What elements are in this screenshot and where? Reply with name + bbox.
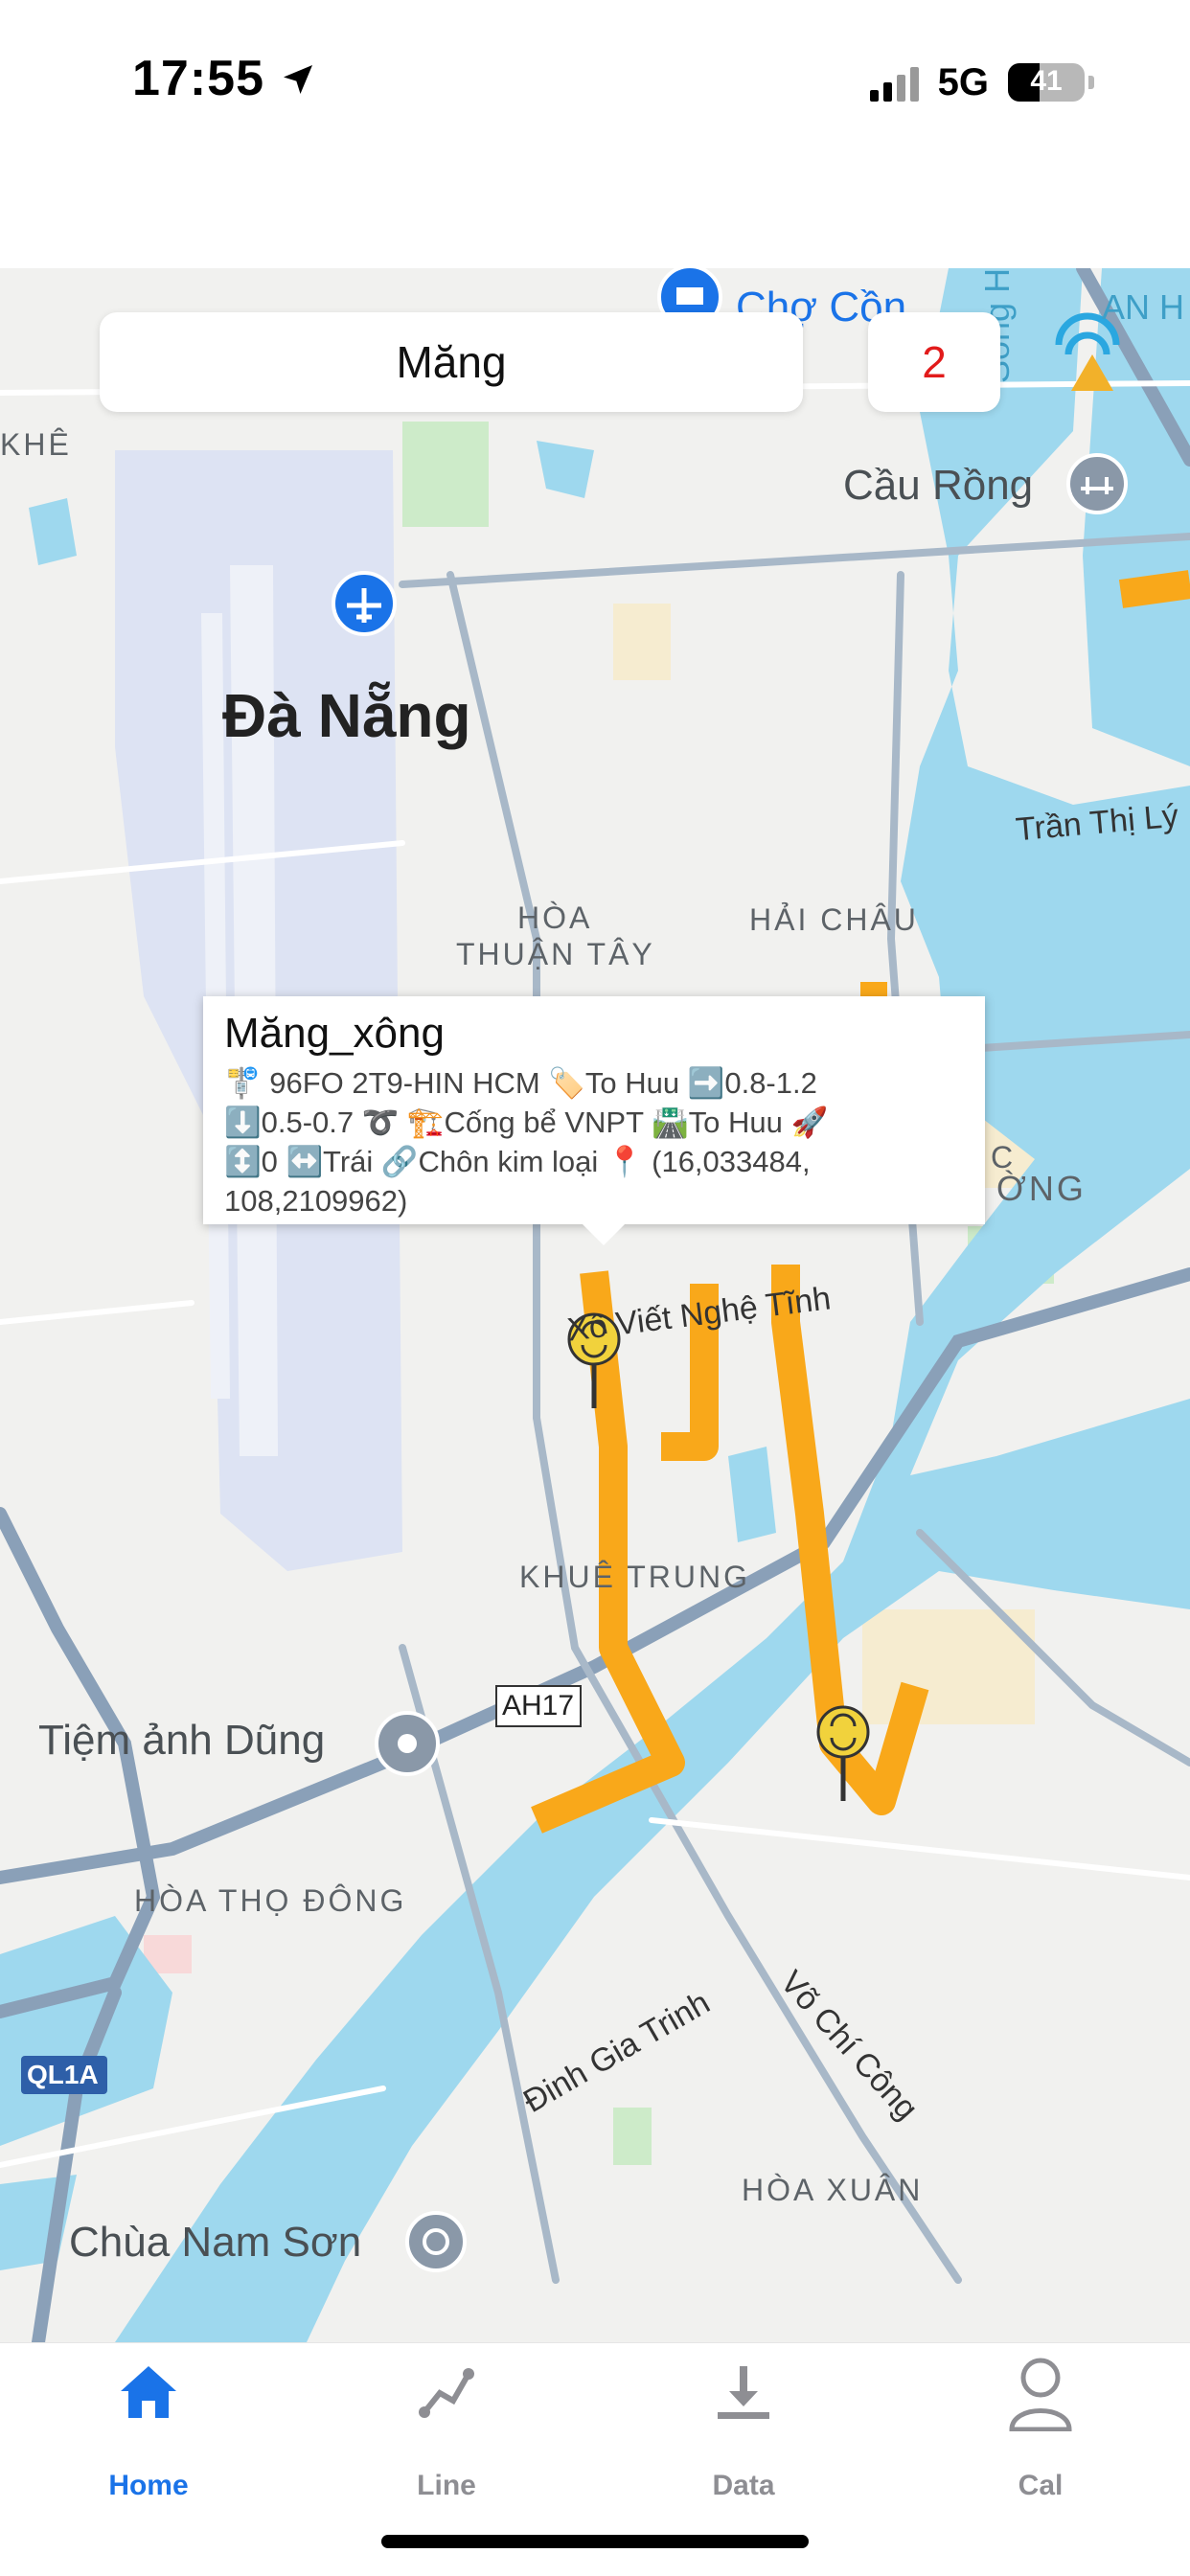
status-time: 17:55: [132, 50, 317, 107]
tab-line[interactable]: Line: [351, 2362, 542, 2506]
battery-cap: [1088, 76, 1094, 89]
tab-label-data: Data: [712, 2470, 775, 2501]
map-label-hoa-xuan: HÒA XUÂN: [742, 2173, 924, 2207]
map-label-an-h: AN H: [1102, 287, 1185, 327]
tab-label-home: Home: [108, 2470, 189, 2501]
battery-percent: 41: [1030, 65, 1063, 97]
info-title: Măng_xông: [224, 1010, 445, 1057]
location-arrow-icon: [284, 65, 313, 94]
map-view[interactable]: KHÊ Chợ Cồn Cầu Rồng AN H Sông Hàn Đà Nẵ…: [0, 268, 1190, 2342]
info-line-3: ↕️0 ↔️Trái 🔗Chôn kim loại 📍 (16,033484,: [224, 1145, 811, 1178]
tab-label-line: Line: [417, 2470, 476, 2501]
highway-shield-ah17: AH17: [502, 1690, 575, 1721]
status-indicators: 5G 41: [869, 54, 1094, 111]
map-label-thuan-tay: THUẬN TÂY: [456, 937, 655, 971]
result-count-badge[interactable]: 2: [868, 312, 1000, 412]
map-label-khe: KHÊ: [0, 427, 72, 462]
marker-info-window[interactable]: Măng_xông 🚏 96FO 2T9-HIN HCM 🏷️To Huu ➡️…: [203, 996, 985, 1245]
pagoda-icon[interactable]: [405, 2211, 467, 2272]
tab-home[interactable]: Home: [53, 2362, 244, 2506]
tab-cal[interactable]: Cal: [945, 2358, 1136, 2506]
info-line-4: 108,2109962): [224, 1184, 408, 1218]
airport-icon[interactable]: [332, 571, 397, 636]
status-bar: 17:55 5G 41: [0, 0, 1190, 268]
map-base: [0, 268, 1190, 2342]
map-label-chua-nam-son: Chùa Nam Sơn: [69, 2219, 362, 2266]
person-icon: [1009, 2358, 1072, 2431]
info-line-1: 🚏 96FO 2T9-HIN HCM 🏷️To Huu ➡️0.8-1.2: [224, 1066, 817, 1100]
time-text: 17:55: [132, 51, 264, 106]
home-icon: [121, 2366, 176, 2418]
highway-shield-ql1a: QL1A: [27, 2060, 99, 2089]
search-input[interactable]: Măng: [100, 312, 803, 412]
network-label: 5G: [937, 60, 989, 103]
tab-label-cal: Cal: [1018, 2470, 1064, 2501]
map-label-tiem-anh-dung: Tiệm ảnh Dũng: [38, 1717, 326, 1764]
map-label-hoa-tho-dong: HÒA THỌ ĐÔNG: [134, 1883, 407, 1918]
map-label-ong: ỜNG: [996, 1169, 1087, 1208]
map-label-hoa: HÒA: [517, 900, 593, 935]
map-label-cau-rong: Cầu Rồng: [843, 462, 1034, 509]
map-label-da-nang: Đà Nẵng: [222, 681, 471, 750]
cellular-signal-icon: [869, 63, 919, 102]
bridge-icon[interactable]: [1066, 453, 1128, 514]
map-label-khue-trung: KHUÊ TRUNG: [519, 1560, 750, 1594]
map-label-hai-chau: HẢI CHÂU: [749, 902, 919, 937]
tab-data[interactable]: Data: [648, 2362, 839, 2506]
download-icon: [718, 2366, 769, 2419]
info-body: 🚏 96FO 2T9-HIN HCM 🏷️To Huu ➡️0.8-1.2 ⬇️…: [224, 1063, 964, 1220]
home-indicator: [381, 2535, 809, 2548]
info-line-2: ⬇️0.5-0.7 ➰ 🏗️Cống bể VNPT 🛣️To Huu 🚀: [224, 1106, 829, 1139]
place-pin-icon[interactable]: [375, 1711, 440, 1776]
line-icon: [419, 2368, 474, 2418]
battery-icon: 41: [1008, 63, 1085, 102]
